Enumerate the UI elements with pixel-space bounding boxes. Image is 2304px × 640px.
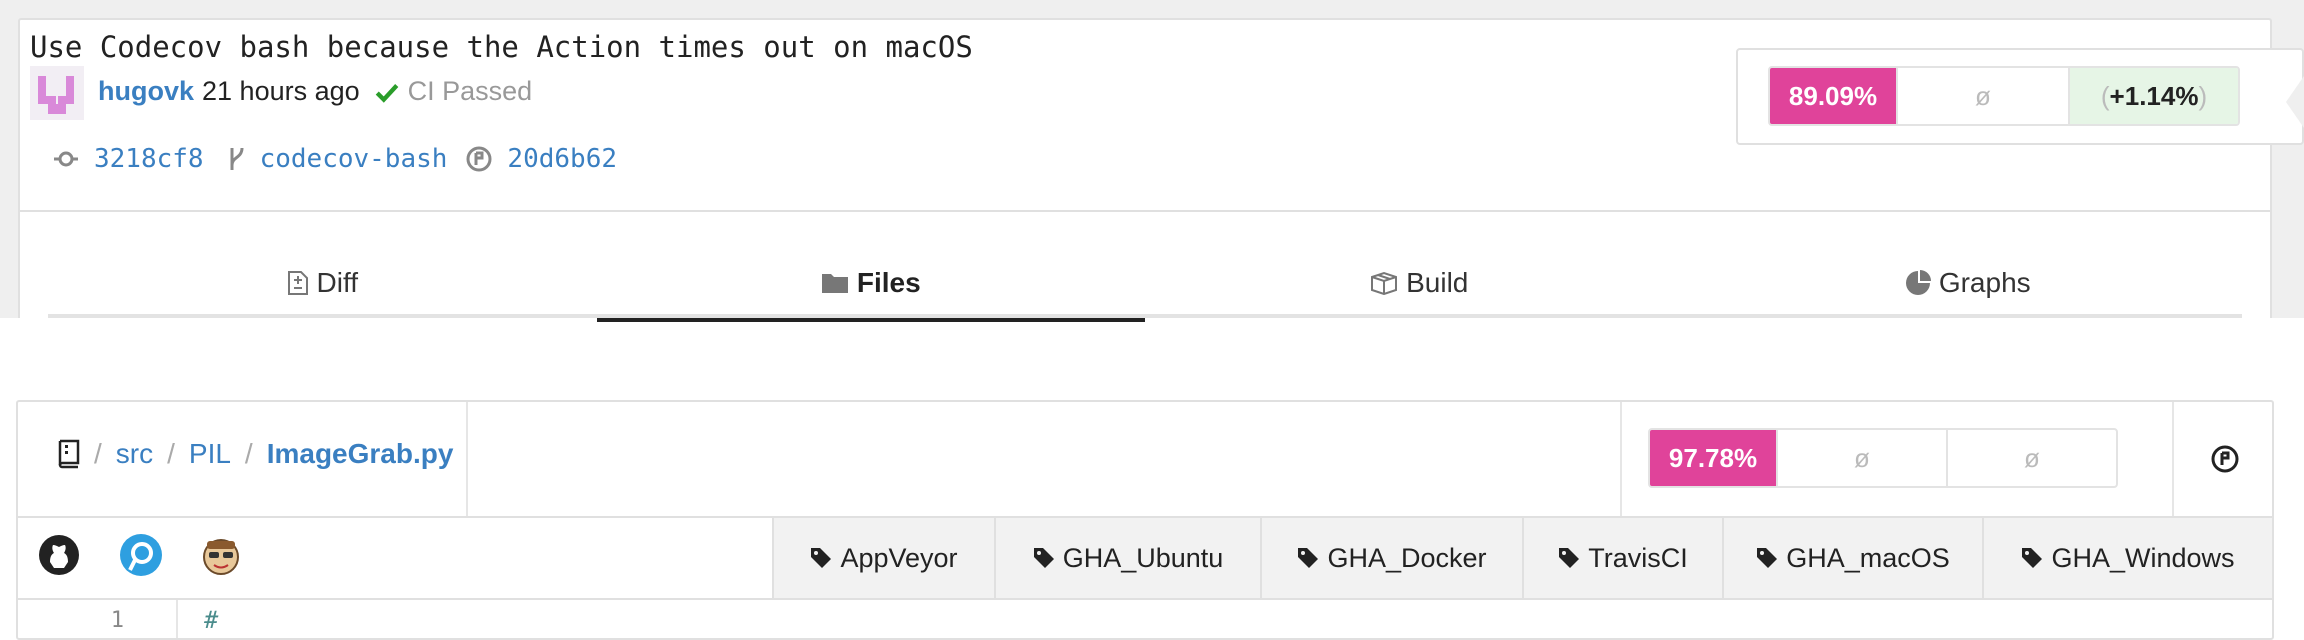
commit-sha-link[interactable]: 3218cf8 — [94, 144, 204, 174]
commit-divider — [18, 210, 2272, 212]
folder-icon — [821, 274, 848, 293]
commit-author-row: hugovk 21 hours ago CI Passed — [98, 76, 532, 107]
flag-label: AppVeyor — [840, 542, 958, 573]
tab-files[interactable]: Files — [596, 248, 1146, 322]
breadcrumb-file[interactable]: ImageGrab.py — [267, 438, 454, 470]
parent-commit-link[interactable]: 20d6b62 — [507, 144, 617, 174]
breadcrumb-pil[interactable]: PIL — [189, 438, 231, 470]
commit-tabs: Diff Files Build Graphs — [48, 248, 2243, 322]
commit-message: Use Codecov bash because the Action time… — [30, 30, 973, 64]
flag-label: GHA_macOS — [1786, 542, 1950, 573]
parent-commit-icon — [466, 146, 492, 172]
tag-icon — [1559, 548, 1580, 568]
repo-icon[interactable] — [56, 439, 80, 469]
flag-gha-windows[interactable]: GHA_Windows — [1982, 518, 2272, 598]
file-patch: ø — [1776, 430, 1946, 486]
file-coverage-pills: 97.78% ø ø — [1648, 428, 2118, 488]
file-change: ø — [1946, 430, 2116, 486]
appveyor-icon[interactable] — [118, 532, 164, 578]
branch-link[interactable]: codecov-bash — [260, 144, 448, 174]
tag-icon — [1757, 548, 1778, 568]
tab-label: Build — [1406, 267, 1469, 298]
header-divider — [2172, 402, 2174, 516]
avatar[interactable] — [30, 66, 84, 120]
box-icon — [1371, 271, 1398, 295]
breadcrumb: / src / PIL / ImageGrab.py — [56, 438, 453, 470]
flag-gha-docker[interactable]: GHA_Docker — [1260, 518, 1522, 598]
flags-bar: AppVeyor GHA_Ubuntu GHA_Docker TravisCI … — [772, 518, 2272, 598]
coverage-change: (+1.14%) — [2068, 68, 2238, 124]
tab-label: Files — [856, 267, 921, 298]
tag-icon — [2022, 548, 2043, 568]
tab-diff[interactable]: Diff — [48, 248, 597, 318]
ci-status: CI Passed — [407, 76, 533, 106]
diff-icon — [287, 271, 308, 295]
header-divider — [466, 402, 468, 516]
flag-label: GHA_Ubuntu — [1062, 542, 1224, 573]
tab-label: Graphs — [1938, 267, 2031, 298]
file-card: / src / PIL / ImageGrab.py 97.78% ø ø Ap… — [16, 400, 2274, 640]
tab-label: Diff — [316, 267, 359, 298]
line-number[interactable]: 1 — [88, 608, 124, 633]
commit-meta: 3218cf8 codecov-bash 20d6b62 — [30, 144, 617, 174]
integrations-row: AppVeyor GHA_Ubuntu GHA_Docker TravisCI … — [18, 518, 2272, 598]
tag-icon — [811, 548, 832, 568]
flag-gha-macos[interactable]: GHA_macOS — [1722, 518, 1982, 598]
flag-label: GHA_Windows — [2051, 542, 2235, 573]
tab-build[interactable]: Build — [1145, 248, 1694, 318]
breadcrumb-src[interactable]: src — [116, 438, 153, 470]
pie-chart-icon — [1905, 270, 1931, 295]
file-coverage: 97.78% — [1650, 430, 1776, 486]
commit-coverage-pills: 89.09% ø (+1.14%) — [1768, 66, 2240, 126]
tag-icon — [1298, 548, 1319, 568]
coverage-change-value: +1.14% — [2109, 80, 2199, 111]
flag-travisci[interactable]: TravisCI — [1522, 518, 1722, 598]
code-line: 1 # — [18, 600, 2272, 638]
author-link[interactable]: hugovk — [98, 76, 194, 107]
code-text: # — [204, 606, 219, 634]
commit-time: 21 hours ago — [202, 76, 360, 106]
flag-appveyor[interactable]: AppVeyor — [774, 518, 994, 598]
file-header: / src / PIL / ImageGrab.py 97.78% ø ø — [18, 402, 2272, 516]
header-divider — [1620, 402, 1622, 516]
check-icon — [375, 83, 398, 103]
tab-graphs[interactable]: Graphs — [1694, 248, 2243, 318]
flag-label: GHA_Docker — [1327, 542, 1487, 573]
tag-icon — [1033, 548, 1054, 568]
github-icon[interactable] — [36, 532, 82, 578]
flag-gha-ubuntu[interactable]: GHA_Ubuntu — [994, 518, 1260, 598]
history-icon[interactable] — [2210, 444, 2240, 474]
branch-icon — [230, 147, 244, 170]
patch-coverage: ø — [1896, 68, 2068, 124]
gutter-divider — [176, 600, 178, 638]
commit-icon — [54, 151, 78, 167]
head-coverage: 89.09% — [1770, 68, 1896, 124]
travis-icon[interactable] — [198, 532, 244, 578]
flag-label: TravisCI — [1588, 542, 1688, 573]
